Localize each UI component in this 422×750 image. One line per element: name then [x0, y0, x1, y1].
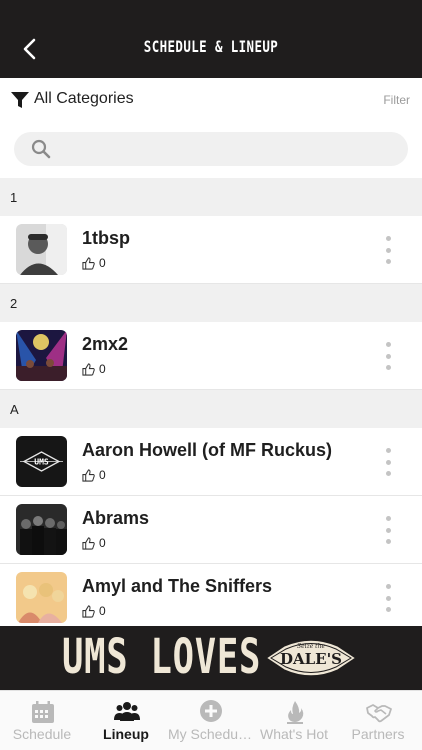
- dot-icon: [385, 448, 391, 453]
- dot-icon: [385, 539, 391, 544]
- like-count-value: 0: [99, 536, 106, 550]
- tab-my-schedule[interactable]: My Schedu…: [168, 691, 252, 750]
- plus-circle-icon: [200, 700, 222, 722]
- category-selector[interactable]: All Categories: [34, 90, 134, 108]
- tab-schedule[interactable]: Schedule: [0, 691, 84, 750]
- section-letter: 2: [10, 296, 18, 311]
- dot-icon: [385, 353, 391, 359]
- search-icon: [31, 139, 51, 159]
- tab-whats-hot[interactable]: What's Hot: [252, 691, 336, 750]
- more-options-button[interactable]: [382, 448, 394, 476]
- section-letter: 1: [10, 190, 18, 205]
- list-item[interactable]: UMS Aaron Howell (of MF Ruckus) 0: [0, 428, 422, 496]
- section-header: 2: [0, 284, 422, 322]
- dot-icon: [385, 247, 391, 253]
- dot-icon: [385, 459, 391, 465]
- dot-icon: [385, 595, 391, 601]
- dales-logo: Seize the DALE'S: [264, 639, 358, 677]
- artist-name: Amyl and The Sniffers: [82, 576, 273, 596]
- like-count-value: 0: [99, 256, 106, 270]
- search-input[interactable]: [58, 132, 398, 166]
- search-bar[interactable]: [14, 132, 408, 166]
- artist-name: Aaron Howell (of MF Ruckus): [82, 440, 333, 460]
- dot-icon: [385, 236, 391, 241]
- calendar-icon: [32, 701, 54, 723]
- dot-icon: [385, 527, 391, 533]
- thumbs-up-icon: [82, 362, 95, 376]
- handshake-icon: [366, 704, 392, 723]
- artist-name: Abrams: [82, 508, 150, 528]
- artist-photo: UMS: [16, 436, 67, 487]
- tab-label: What's Hot: [259, 726, 329, 742]
- artist-name: 1tbsp: [82, 228, 131, 248]
- more-options-button[interactable]: [382, 516, 394, 544]
- back-button[interactable]: [16, 36, 42, 62]
- artist-photo: [16, 572, 67, 623]
- sponsor-banner[interactable]: UMS LOVES Seize the DALE'S: [0, 626, 422, 690]
- logo-tagline: Seize the: [297, 643, 325, 650]
- bottom-tab-bar: Schedule Lineup My Schedu… What's Hot Pa…: [0, 690, 422, 750]
- more-options-button[interactable]: [382, 342, 394, 370]
- chevron-left-icon: [23, 38, 36, 60]
- like-count-value: 0: [99, 468, 106, 482]
- artist-name: 2mx2: [82, 334, 129, 354]
- list-item[interactable]: 2mx2 0: [0, 322, 422, 390]
- list-item[interactable]: Amyl and The Sniffers 0: [0, 564, 422, 626]
- dot-icon: [385, 607, 391, 612]
- thumbs-up-icon: [82, 468, 95, 482]
- dot-icon: [385, 584, 391, 589]
- svg-text:UMS: UMS: [34, 458, 49, 467]
- dot-icon: [385, 471, 391, 476]
- section-header: 1: [0, 178, 422, 216]
- dot-icon: [385, 259, 391, 264]
- section-letter: A: [10, 402, 19, 417]
- tab-label: Lineup: [103, 726, 149, 742]
- like-count[interactable]: 0: [82, 604, 106, 618]
- like-count-value: 0: [99, 604, 106, 618]
- tab-partners[interactable]: Partners: [336, 691, 420, 750]
- logo-wordmark: DALE'S: [280, 650, 342, 668]
- funnel-icon[interactable]: [11, 91, 29, 109]
- flame-icon: [287, 701, 304, 724]
- dot-icon: [385, 516, 391, 521]
- like-count-value: 0: [99, 362, 106, 376]
- artist-photo: [16, 504, 67, 555]
- list-item[interactable]: Abrams 0: [0, 496, 422, 564]
- thumbs-up-icon: [82, 256, 95, 270]
- tab-label: My Schedu…: [168, 726, 253, 742]
- top-app-bar: SCHEDULE & LINEUP: [0, 0, 422, 78]
- banner-text: UMS LOVES: [62, 629, 262, 685]
- list-item[interactable]: 1tbsp 0: [0, 216, 422, 284]
- artist-photo: [16, 224, 67, 275]
- filter-button[interactable]: Filter: [383, 93, 410, 107]
- like-count[interactable]: 0: [82, 468, 106, 482]
- like-count[interactable]: 0: [82, 256, 106, 270]
- thumbs-up-icon: [82, 536, 95, 550]
- more-options-button[interactable]: [382, 584, 394, 612]
- dot-icon: [385, 365, 391, 370]
- tab-label: Partners: [351, 726, 405, 742]
- page-title: SCHEDULE & LINEUP: [143, 37, 279, 56]
- people-icon: [114, 702, 140, 721]
- dot-icon: [385, 342, 391, 347]
- section-header: A: [0, 390, 422, 428]
- more-options-button[interactable]: [382, 236, 394, 264]
- tab-label: Schedule: [12, 726, 72, 742]
- artist-photo: [16, 330, 67, 381]
- like-count[interactable]: 0: [82, 536, 106, 550]
- tab-lineup[interactable]: Lineup: [84, 691, 168, 750]
- thumbs-up-icon: [82, 604, 95, 618]
- like-count[interactable]: 0: [82, 362, 106, 376]
